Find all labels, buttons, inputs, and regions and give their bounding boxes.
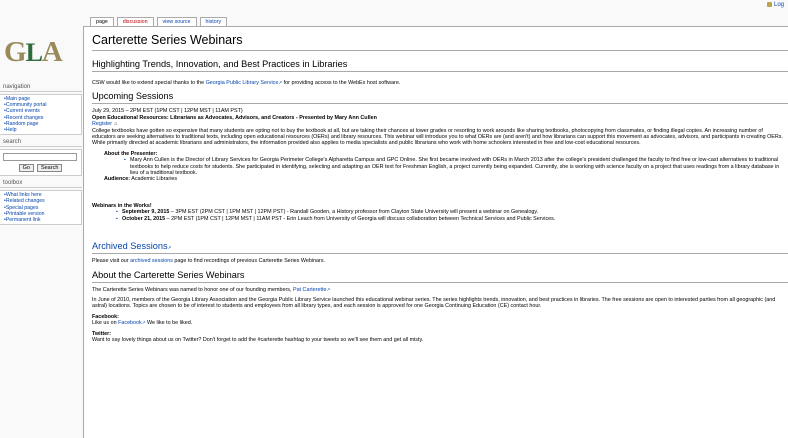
sidebar: navigation Main page Community portal Cu… <box>0 80 82 226</box>
presenter-heading-text: About the Presenter: <box>104 150 158 157</box>
works-item-text: – 3PM EST (2PM CST | 1PM MST | 12PM PST)… <box>169 209 539 216</box>
presenter-list: Mary Ann Cullen is the Director of Libra… <box>124 157 788 176</box>
facebook-label-text: Facebook: <box>92 313 119 320</box>
archived-heading: Archived Sessions <box>92 241 788 255</box>
toolbox-portlet: toolbox What links here Related changes … <box>0 180 82 226</box>
page-tabs: page discussion view source history <box>90 17 228 26</box>
tab-view-source[interactable]: view source <box>156 17 197 26</box>
subtitle-heading: Highlighting Trends, Innovation, and Bes… <box>92 59 788 72</box>
search-input[interactable] <box>3 153 77 162</box>
audience-label: Audience: <box>104 176 131 183</box>
search-button[interactable]: Search <box>36 164 63 173</box>
twitter-text: Want to say lovely things about us on Tw… <box>92 336 424 343</box>
facebook-pre: Like us on <box>92 320 119 327</box>
works-heading-text: Webinars in the Works! <box>92 202 152 209</box>
thanks-post: for providing access to the WebEx host s… <box>282 80 401 86</box>
audience-value: Academic Libraries <box>130 176 178 183</box>
search-portlet: search Go Search <box>0 139 82 177</box>
thanks-text: CSW would like to extend special thanks … <box>92 80 788 86</box>
thanks-pre: CSW would like to extend special thanks … <box>92 80 206 86</box>
personal-tools[interactable]: Log <box>766 2 784 8</box>
pat-carterette-link[interactable]: Pat Carterette <box>293 287 330 293</box>
archived-sessions-link[interactable]: archived sessions <box>130 258 173 264</box>
session-description: College textbooks have gotten so expensi… <box>92 127 783 147</box>
tab-page[interactable]: page <box>90 17 114 26</box>
navigation-portlet: navigation Main page Community portal Cu… <box>0 84 82 136</box>
logo-letter-a: A <box>41 36 63 68</box>
about-named-pre: The Carterette Series Webinars was named… <box>92 286 293 293</box>
works-item-date: September 9, 2015 <box>122 209 170 216</box>
register-link[interactable]: Register <box>92 121 112 127</box>
archived-pre: Please visit our <box>92 258 131 265</box>
works-item-date: October 21, 2015 <box>122 215 166 222</box>
toolbox-heading: toolbox <box>0 180 82 189</box>
facebook-link[interactable]: Facebook <box>118 320 145 326</box>
archived-post: page to find recordings of previous Cart… <box>172 258 326 265</box>
tab-discussion[interactable]: discussion <box>116 17 154 26</box>
gpls-link[interactable]: Georgia Public Library Service <box>206 80 283 86</box>
tab-history[interactable]: history <box>199 17 228 26</box>
tool-permanent-link[interactable]: Permanent link <box>4 217 81 223</box>
twitter-label-text: Twitter: <box>92 330 112 337</box>
search-box: Go Search <box>0 149 82 177</box>
logo-letter-l: L <box>25 38 43 67</box>
logo-letter-g: G <box>4 36 27 68</box>
about-heading: About the Carterette Series Webinars <box>92 270 788 283</box>
login-link[interactable]: Log <box>774 2 784 8</box>
presenter-bio: Mary Ann Cullen is the Director of Libra… <box>124 157 788 176</box>
site-logo[interactable]: GLA <box>4 36 80 68</box>
nav-help[interactable]: Help <box>4 127 81 133</box>
works-item-text: – 2PM EST (1PM CST | 12PM MST | 11AM PST… <box>165 215 556 222</box>
session-title-text: Open Educational Resources: Librarians a… <box>92 114 377 121</box>
about-history: In June of 2010, members of the Georgia … <box>92 296 776 310</box>
facebook-post: We like to be liked. <box>145 320 193 327</box>
search-heading: search <box>0 139 82 148</box>
content-area: Carterette Series Webinars Highlighting … <box>83 26 788 438</box>
works-item: October 21, 2015 – 2PM EST (1PM CST | 12… <box>116 215 788 223</box>
navigation-heading: navigation <box>0 84 82 92</box>
upcoming-heading: Upcoming Sessions <box>92 91 788 105</box>
user-icon <box>766 2 772 7</box>
archived-heading-link[interactable]: Archived Sessions <box>92 241 171 251</box>
archived-text: Please visit our archived sessions page … <box>92 258 788 264</box>
go-button[interactable]: Go <box>18 164 34 173</box>
works-list: September 9, 2015 – 3PM EST (2PM CST | 1… <box>116 209 788 223</box>
speaker-icon: ♫ <box>113 121 118 128</box>
page-title: Carterette Series Webinars <box>92 33 788 51</box>
